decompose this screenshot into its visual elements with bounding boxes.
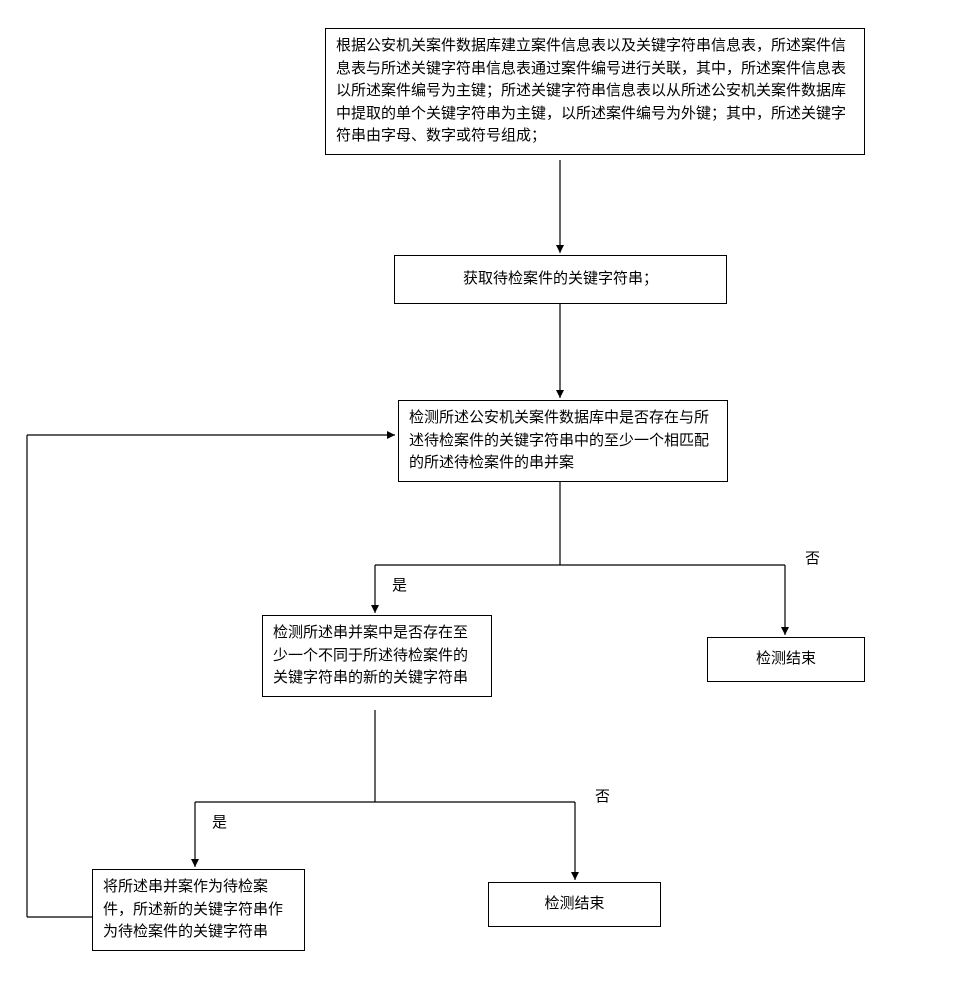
branch-label-yes-2: 是 bbox=[212, 812, 227, 835]
flow-step-2: 获取待检案件的关键字符串； bbox=[394, 255, 727, 304]
flow-step-4-text: 检测所述串并案中是否存在至少一个不同于所述待检案件的关键字符串的新的关键字符串 bbox=[273, 625, 468, 686]
flow-step-1-text: 根据公安机关案件数据库建立案件信息表以及关键字符串信息表，所述案件信息表与所述关… bbox=[336, 38, 846, 144]
flow-step-3-text: 检测所述公安机关案件数据库中是否存在与所述待检案件的关键字符串中的至少一个相匹配… bbox=[409, 410, 709, 471]
branch-label-no-1: 否 bbox=[805, 548, 820, 571]
flow-step-5: 将所述串并案作为待检案件，所述新的关键字符串作为待检案件的关键字符串 bbox=[92, 869, 305, 951]
flow-step-1: 根据公安机关案件数据库建立案件信息表以及关键字符串信息表，所述案件信息表与所述关… bbox=[325, 28, 865, 155]
flow-end-2-text: 检测结束 bbox=[544, 896, 604, 912]
flow-step-2-text: 获取待检案件的关键字符串； bbox=[463, 271, 658, 287]
flow-step-5-text: 将所述串并案作为待检案件，所述新的关键字符串作为待检案件的关键字符串 bbox=[103, 879, 283, 940]
flow-step-3: 检测所述公安机关案件数据库中是否存在与所述待检案件的关键字符串中的至少一个相匹配… bbox=[398, 400, 728, 482]
flow-end-1-text: 检测结束 bbox=[756, 651, 816, 667]
flow-step-4: 检测所述串并案中是否存在至少一个不同于所述待检案件的关键字符串的新的关键字符串 bbox=[262, 615, 492, 697]
branch-label-yes-1: 是 bbox=[392, 575, 407, 598]
flow-end-1: 检测结束 bbox=[707, 637, 865, 682]
flow-end-2: 检测结束 bbox=[488, 882, 661, 927]
branch-label-no-2: 否 bbox=[595, 786, 610, 809]
